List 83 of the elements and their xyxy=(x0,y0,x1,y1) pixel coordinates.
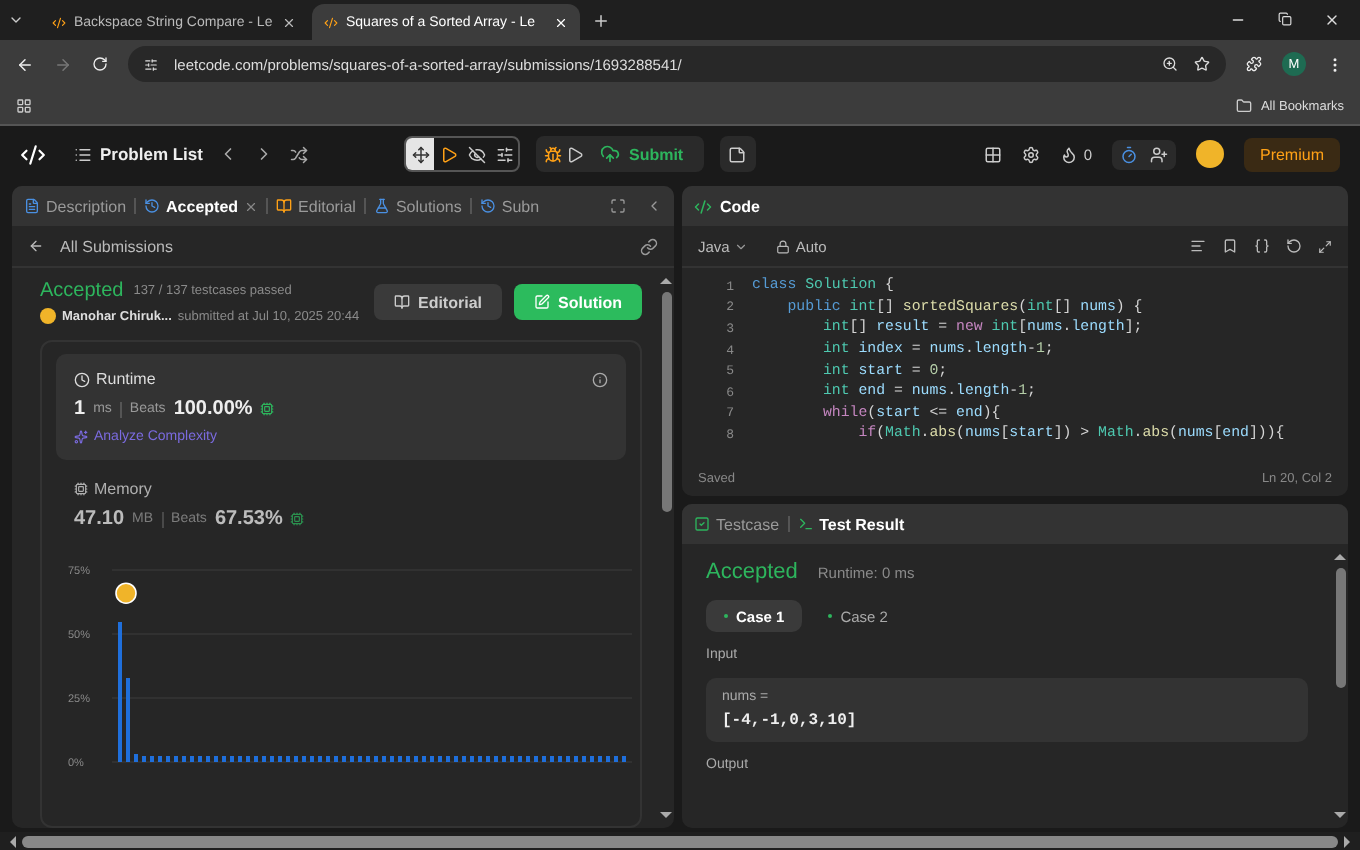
parameter-value: [-4,-1,0,3,10] xyxy=(722,712,859,730)
logo-icon[interactable] xyxy=(20,141,46,167)
bookmark-icon[interactable] xyxy=(1222,238,1238,254)
edit-icon xyxy=(534,294,550,310)
runtime-beats: 100.00% xyxy=(173,398,253,420)
panel-tab[interactable]: Editorial xyxy=(276,197,356,215)
add-user-icon[interactable] xyxy=(1149,145,1168,163)
panel-title: Code xyxy=(720,197,760,215)
memory-value: 47.10 xyxy=(74,508,125,530)
document-icon xyxy=(24,198,40,214)
all-submissions-link[interactable]: All Submissions xyxy=(60,237,173,255)
panel-tab[interactable]: Test Result xyxy=(797,515,905,533)
panel-tab[interactable]: Subn xyxy=(479,197,540,215)
memory-icon xyxy=(74,482,88,496)
zoom-icon[interactable] xyxy=(1162,56,1178,72)
site-settings-icon[interactable] xyxy=(144,57,158,71)
reload-icon[interactable] xyxy=(92,56,108,72)
book-icon xyxy=(276,198,293,214)
streak-icon xyxy=(1059,145,1078,163)
restore-icon[interactable] xyxy=(1278,12,1292,26)
lock-icon xyxy=(775,239,790,253)
reset-icon[interactable] xyxy=(1286,238,1302,254)
braces-icon[interactable] xyxy=(1254,238,1270,254)
terminal-icon xyxy=(797,516,814,532)
tab-search-icon[interactable] xyxy=(8,12,24,28)
code-icon xyxy=(694,197,712,215)
new-tab-icon[interactable] xyxy=(592,11,610,29)
avatar-marker xyxy=(115,582,137,604)
maximize-icon[interactable] xyxy=(610,198,626,214)
back-arrow-icon[interactable] xyxy=(28,238,44,254)
move-icon xyxy=(411,145,430,163)
star-icon[interactable] xyxy=(1194,56,1210,72)
memory-title: Memory xyxy=(94,480,152,498)
link-icon[interactable] xyxy=(640,237,658,255)
note-icon xyxy=(728,145,747,163)
timer-icon[interactable] xyxy=(1119,145,1138,163)
debug-icon[interactable] xyxy=(544,145,563,163)
sparkle-icon xyxy=(74,430,88,444)
book-icon xyxy=(393,294,410,310)
info-icon[interactable] xyxy=(592,371,608,387)
panel-tab[interactable]: Accepted xyxy=(144,197,259,215)
result-status: Accepted xyxy=(706,560,798,584)
site-icon xyxy=(324,15,338,29)
user-avatar[interactable] xyxy=(1195,140,1224,168)
sliders-icon xyxy=(495,145,514,163)
close-icon[interactable] xyxy=(282,15,296,29)
forward-icon[interactable] xyxy=(54,55,72,73)
run-icon[interactable] xyxy=(566,145,585,163)
panel-tab[interactable]: Testcase xyxy=(694,515,780,533)
grid-icon[interactable] xyxy=(983,145,1002,163)
premium-button[interactable]: Premium xyxy=(1243,137,1340,171)
panel-tab[interactable]: Solutions xyxy=(373,197,462,215)
list-icon[interactable] xyxy=(74,145,92,163)
submission-status: Accepted xyxy=(40,280,124,302)
back-icon[interactable] xyxy=(16,55,34,73)
notes-button[interactable] xyxy=(719,136,756,172)
shuffle-icon[interactable] xyxy=(290,145,309,163)
play-icon xyxy=(439,145,458,163)
horizontal-scrollbar[interactable] xyxy=(0,832,1360,850)
history-icon xyxy=(144,198,161,214)
collapse-icon[interactable] xyxy=(646,198,662,214)
runtime-value: 1 xyxy=(74,398,86,420)
eye-off-icon xyxy=(467,145,486,163)
runtime-title: Runtime xyxy=(96,370,156,388)
format-icon[interactable] xyxy=(1190,238,1206,254)
dropdown-icon xyxy=(733,239,748,253)
apps-icon[interactable] xyxy=(16,98,32,114)
flask-icon xyxy=(373,198,390,214)
folder-icon xyxy=(1236,98,1253,114)
layout-tool-button[interactable] xyxy=(406,138,435,170)
extension-icon[interactable] xyxy=(1246,56,1262,72)
problem-list-link[interactable]: Problem List xyxy=(100,144,203,164)
history-icon xyxy=(479,198,496,214)
site-icon xyxy=(52,15,66,29)
settings-icon[interactable] xyxy=(1021,145,1040,163)
cloud-upload-icon xyxy=(600,144,621,164)
author-avatar xyxy=(40,308,56,324)
panel-tab[interactable]: Description xyxy=(24,197,127,215)
editorial-button[interactable]: Editorial xyxy=(373,284,502,320)
memory-beats: 67.53% xyxy=(214,508,283,530)
checkbox-icon xyxy=(694,516,710,532)
clock-icon xyxy=(74,371,90,387)
expand-icon[interactable] xyxy=(1318,239,1332,253)
